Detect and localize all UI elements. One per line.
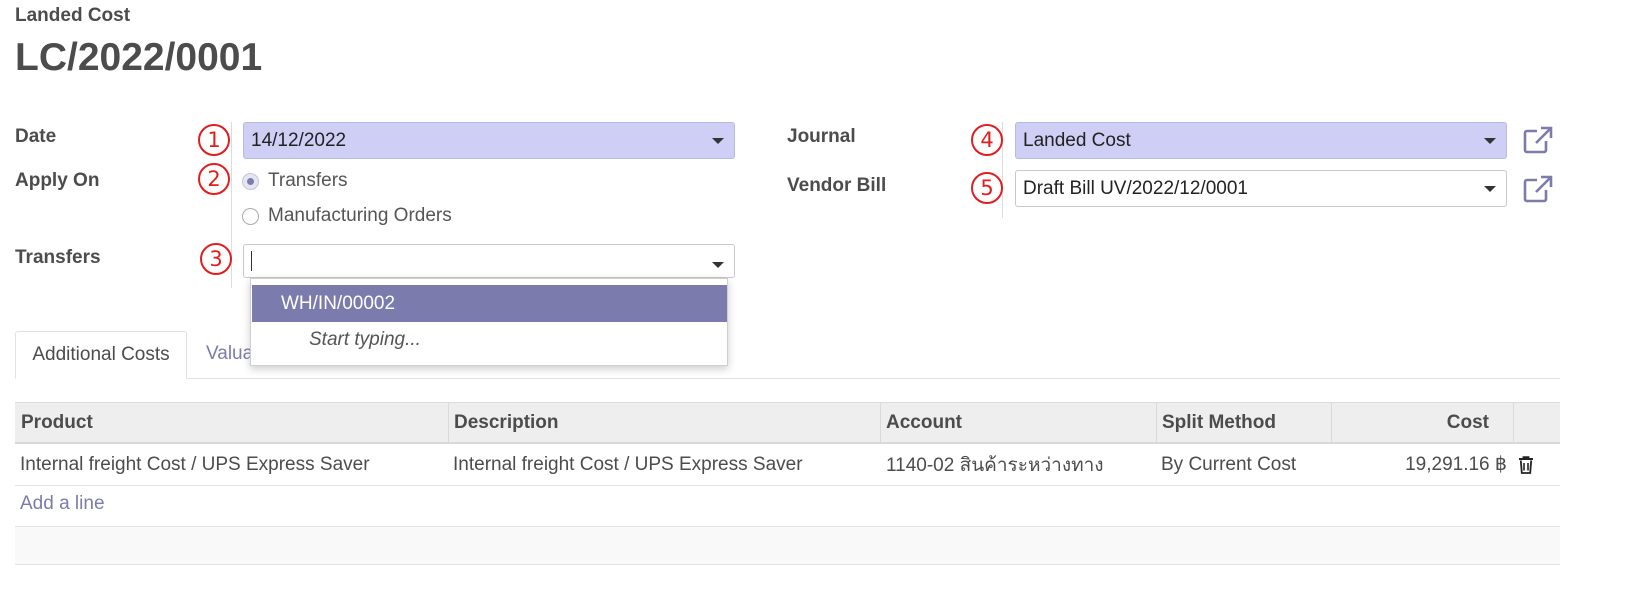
journal-value: Landed Cost (1023, 129, 1131, 151)
external-link-icon[interactable] (1523, 126, 1553, 154)
transfers-label: Transfers (15, 247, 101, 268)
callout-5: 5 (971, 172, 1003, 204)
apply-on-label: Apply On (15, 170, 100, 191)
cell-product: Internal freight Cost / UPS Express Save… (20, 453, 370, 475)
vendor-bill-value: Draft Bill UV/2022/12/0001 (1023, 177, 1248, 199)
callout-1: 1 (198, 124, 230, 156)
caret-down-icon (1484, 186, 1496, 192)
column-separator (1513, 403, 1514, 443)
date-value: 14/12/2022 (251, 129, 347, 151)
date-field[interactable]: 14/12/2022 (243, 122, 735, 159)
apply-on-transfers-radio[interactable]: Transfers (242, 170, 348, 192)
tab-additional-costs[interactable]: Additional Costs (15, 331, 187, 379)
add-line-link[interactable]: Add a line (20, 493, 105, 515)
transfers-input[interactable] (243, 244, 735, 278)
apply-on-manufacturing-radio[interactable]: Manufacturing Orders (242, 205, 452, 227)
tab-valuation[interactable]: Valua (206, 343, 253, 365)
callout-2: 2 (198, 163, 230, 195)
empty-row (15, 526, 1560, 565)
radio-unchecked-icon (242, 207, 259, 225)
table-header: Product Description Account Split Method… (15, 402, 1560, 444)
column-description[interactable]: Description (454, 403, 559, 443)
text-cursor (251, 251, 252, 271)
radio-checked-icon (242, 172, 259, 190)
column-separator (448, 403, 449, 443)
column-separator (1156, 403, 1157, 443)
caret-down-icon (712, 138, 724, 144)
column-account[interactable]: Account (886, 403, 962, 443)
vendor-bill-label: Vendor Bill (787, 175, 887, 196)
caret-down-icon (712, 262, 724, 268)
caret-down-icon (1484, 138, 1496, 144)
tabs-divider (15, 378, 1560, 379)
radio-label-manufacturing: Manufacturing Orders (268, 205, 452, 226)
dropdown-hint: Start typing... (309, 329, 421, 350)
table-row[interactable]: Internal freight Cost / UPS Express Save… (15, 444, 1560, 486)
journal-field[interactable]: Landed Cost (1015, 122, 1507, 159)
cell-split-method: By Current Cost (1161, 453, 1297, 475)
date-label: Date (15, 126, 57, 147)
transfers-dropdown: WH/IN/00002 Start typing... (250, 278, 728, 366)
radio-label-transfers: Transfers (268, 170, 348, 191)
external-link-icon[interactable] (1523, 175, 1553, 203)
column-separator (880, 403, 881, 443)
vendor-bill-field[interactable]: Draft Bill UV/2022/12/0001 (1015, 170, 1507, 207)
dropdown-option[interactable]: WH/IN/00002 (252, 285, 727, 322)
cell-description: Internal freight Cost / UPS Express Save… (453, 453, 803, 475)
trash-icon[interactable] (1518, 456, 1534, 474)
journal-label: Journal (787, 126, 856, 147)
callout-4: 4 (971, 124, 1003, 156)
cell-account: 1140-02 สินค้าระหว่างทาง (886, 454, 1104, 476)
page-title: LC/2022/0001 (15, 36, 263, 79)
column-split-method[interactable]: Split Method (1162, 403, 1276, 443)
column-cost[interactable]: Cost (1331, 403, 1489, 443)
callout-3: 3 (200, 243, 232, 275)
column-product[interactable]: Product (21, 403, 93, 443)
breadcrumb-model: Landed Cost (15, 5, 131, 26)
cell-cost: 19,291.16 ฿ (1405, 454, 1507, 475)
